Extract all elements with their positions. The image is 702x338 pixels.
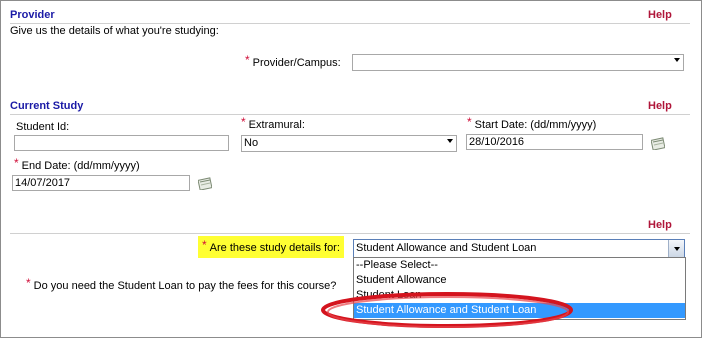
calendar-icon[interactable]: [198, 177, 212, 190]
calendar-icon[interactable]: [651, 137, 665, 150]
loan-fees-label-wrap: * Do you need the Student Loan to pay the…: [26, 276, 337, 292]
required-asterisk: *: [245, 53, 250, 67]
study-details-help-link[interactable]: Help: [648, 219, 672, 231]
required-asterisk: *: [202, 238, 207, 252]
campus-label: Provider/Campus:: [252, 57, 341, 69]
study-for-value: Student Allowance and Student Loan: [356, 242, 537, 254]
required-asterisk: *: [14, 156, 19, 170]
provider-campus-select[interactable]: [352, 54, 684, 71]
chevron-down-icon: [674, 247, 680, 251]
extramural-value: No: [244, 137, 259, 149]
end-date-label: End Date: (dd/mm/yyyy): [21, 160, 140, 172]
divider: [10, 23, 690, 24]
divider: [10, 114, 690, 115]
divider: [10, 233, 690, 234]
study-for-label: Are these study details for:: [209, 242, 340, 254]
option-student-allowance[interactable]: Student Allowance: [354, 273, 685, 288]
annotation-ellipse: [321, 292, 573, 328]
campus-label-wrap: * Provider/Campus:: [245, 53, 341, 69]
chevron-down-icon: [447, 139, 453, 143]
study-for-select[interactable]: Student Allowance and Student Loan: [353, 239, 685, 259]
required-asterisk: *: [241, 115, 246, 129]
extramural-label: Extramural:: [248, 119, 305, 131]
current-study-section-title: Current Study: [10, 100, 84, 112]
required-asterisk: *: [26, 276, 31, 290]
end-date-input[interactable]: 14/07/2017: [12, 175, 190, 191]
extramural-select[interactable]: No: [241, 135, 457, 152]
end-date-label-wrap: * End Date: (dd/mm/yyyy): [14, 156, 140, 172]
loan-fees-label: Do you need the Student Loan to pay the …: [33, 280, 337, 292]
option-please-select[interactable]: --Please Select--: [354, 258, 685, 273]
student-id-label: Student Id:: [16, 121, 70, 133]
student-id-input[interactable]: [14, 135, 229, 151]
provider-section-title: Provider: [10, 9, 55, 21]
extramural-label-wrap: * Extramural:: [241, 115, 305, 131]
provider-intro-text: Give us the details of what you're study…: [10, 25, 219, 37]
start-date-label-wrap: * Start Date: (dd/mm/yyyy): [467, 115, 597, 131]
start-date-label: Start Date: (dd/mm/yyyy): [474, 119, 597, 131]
required-asterisk: *: [467, 115, 472, 129]
study-for-label-wrap: * Are these study details for:: [198, 236, 344, 258]
provider-help-link[interactable]: Help: [648, 9, 672, 21]
chevron-down-icon: [674, 58, 680, 62]
current-study-help-link[interactable]: Help: [648, 100, 672, 112]
start-date-input[interactable]: 28/10/2016: [466, 134, 643, 150]
